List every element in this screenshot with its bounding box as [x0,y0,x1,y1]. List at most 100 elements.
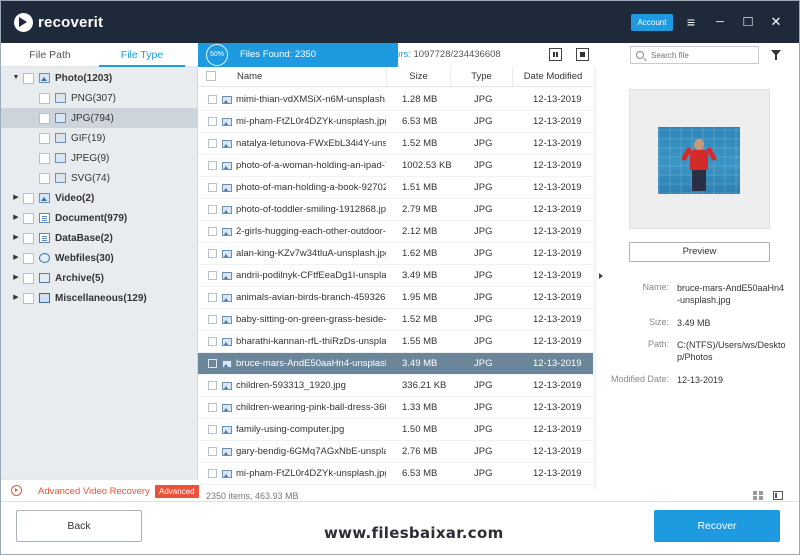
table-row[interactable]: animals-avian-birds-branch-459326.j... 1.… [198,287,593,309]
tab-file-path[interactable]: File Path [1,43,99,67]
advanced-video-recovery-label[interactable]: Advanced Video Recovery [38,486,150,497]
caret-right-icon[interactable]: ▶ [11,288,21,308]
table-row[interactable]: 2-girls-hugging-each-other-outdoor-... 2.… [198,221,593,243]
back-button[interactable]: Back [16,510,142,542]
tree-checkbox[interactable] [39,172,50,184]
pause-icon[interactable] [549,48,562,61]
table-row[interactable]: natalya-letunova-FWxEbL34i4Y-unspl... 1.5… [198,133,593,155]
stop-icon[interactable] [576,48,589,61]
row-checkbox[interactable] [208,95,217,104]
tree-item-photo[interactable]: ▼ Photo(1203) [1,68,198,88]
tree-checkbox[interactable] [39,152,50,164]
tree-item-miscellaneous[interactable]: ▶ Miscellaneous(129) [1,288,198,308]
tree-item-jpeg[interactable]: JPEG(9) [1,148,198,168]
maximize-icon[interactable]: □ [738,12,758,32]
table-row[interactable]: photo-of-toddler-smiling-1912868.jpg 2.79… [198,199,593,221]
tree-item-svg[interactable]: SVG(74) [1,168,198,188]
advanced-video-recovery-bar[interactable]: Advanced Video Recovery Advanced [1,479,199,501]
tab-file-type[interactable]: File Type [99,43,185,67]
search-box[interactable] [630,46,759,64]
tree-item-jpg[interactable]: JPG(794) [1,108,198,128]
row-checkbox[interactable] [208,205,217,214]
tree-checkbox[interactable] [23,272,34,284]
header-size[interactable]: Size [386,67,450,87]
header-date-modified[interactable]: Date Modified [512,67,593,87]
row-checkbox[interactable] [208,161,217,170]
tree-checkbox[interactable] [39,132,50,144]
minimize-icon[interactable]: ─ [710,12,730,32]
recover-button[interactable]: Recover [654,510,780,542]
person-figure [680,139,718,191]
table-row[interactable]: andrii-podilnyk-CFtfEeaDg1I-unsplas... 3.… [198,265,593,287]
preview-button[interactable]: Preview [629,242,770,262]
table-row[interactable]: family-using-computer.jpg 1.50 MB JPG 12-13… [198,419,593,441]
list-view-icon[interactable] [773,491,783,500]
tree-checkbox[interactable] [23,212,34,224]
row-checkbox[interactable] [208,117,217,126]
search-input[interactable] [651,49,755,61]
image-file-icon [222,96,232,104]
table-row[interactable]: alan-king-KZv7w34tluA-unsplash.jpg 1.62 M… [198,243,593,265]
tree-checkbox[interactable] [23,252,34,264]
caret-right-icon[interactable]: ▶ [11,228,21,248]
caret-right-icon[interactable]: ▶ [11,268,21,288]
header-type[interactable]: Type [450,67,512,87]
row-checkbox[interactable] [208,183,217,192]
table-scrollbar[interactable] [593,67,597,489]
menu-icon[interactable]: ≡ [681,12,701,32]
table-row[interactable]: children-wearing-pink-ball-dress-360... 1… [198,397,593,419]
caret-right-icon[interactable]: ▶ [11,248,21,268]
tree-checkbox[interactable] [39,92,50,104]
row-checkbox[interactable] [208,271,217,280]
tree-item-database[interactable]: ▶ DataBase(2) [1,228,198,248]
header-name: Name [237,71,263,82]
file-date: 12-13-2019 [533,424,582,435]
caret-right-icon[interactable]: ▶ [11,188,21,208]
row-checkbox[interactable] [208,139,217,148]
file-name: photo-of-toddler-smiling-1912868.jpg [236,204,386,215]
tree-item-gif[interactable]: GIF(19) [1,128,198,148]
table-row[interactable]: photo-of-man-holding-a-book-92702... 1.51… [198,177,593,199]
tree-item-document[interactable]: ▶ Document(979) [1,208,198,228]
row-checkbox[interactable] [208,447,217,456]
account-button[interactable]: Account [631,14,673,31]
row-checkbox[interactable] [208,293,217,302]
row-checkbox[interactable] [208,337,217,346]
header-name-col[interactable]: Name [198,67,386,87]
row-checkbox[interactable] [208,469,217,478]
table-row[interactable]: mimi-thian-vdXMSiX-n6M-unsplash.jpg 1.28 … [198,89,593,111]
tree-item-webfiles[interactable]: ▶ Webfiles(30) [1,248,198,268]
caret-right-icon[interactable]: ▶ [11,208,21,228]
row-checkbox[interactable] [208,403,217,412]
tree-checkbox[interactable] [23,192,34,204]
table-row[interactable]: gary-bendig-6GMq7AGxNbE-unsplas... 2.76 M… [198,441,593,463]
table-row[interactable]: mi-pham-FtZL0r4DZYk-unsplash.jpg 6.53 MB J… [198,463,593,485]
filter-icon[interactable] [771,50,781,60]
tree-item-png[interactable]: PNG(307) [1,88,198,108]
tree-checkbox[interactable] [23,72,34,84]
row-checkbox[interactable] [208,359,217,368]
table-row[interactable]: photo-of-a-woman-holding-an-ipad-7... 100… [198,155,593,177]
row-checkbox[interactable] [208,381,217,390]
tree-checkbox[interactable] [23,292,34,304]
collapse-preview-icon[interactable] [599,273,603,279]
caret-down-icon[interactable]: ▼ [11,68,21,88]
table-row[interactable]: bruce-mars-AndE50aaHn4-unsplash.... 3.49 … [198,353,593,375]
advanced-badge: Advanced [155,485,199,498]
select-all-checkbox[interactable] [206,71,216,81]
file-date: 12-13-2019 [533,226,582,237]
row-checkbox[interactable] [208,315,217,324]
table-row[interactable]: children-593313_1920.jpg 336.21 KB JPG 12-1… [198,375,593,397]
tree-checkbox[interactable] [23,232,34,244]
table-row[interactable]: bharathi-kannan-rfL-thiRzDs-unsplas... 1.… [198,331,593,353]
grid-view-icon[interactable] [753,491,763,500]
row-checkbox[interactable] [208,227,217,236]
tree-checkbox[interactable] [39,112,50,124]
table-row[interactable]: baby-sitting-on-green-grass-beside-... 1.… [198,309,593,331]
row-checkbox[interactable] [208,425,217,434]
close-icon[interactable]: ✕ [766,12,786,32]
tree-item-archive[interactable]: ▶ Archive(5) [1,268,198,288]
tree-item-video[interactable]: ▶ Video(2) [1,188,198,208]
table-row[interactable]: mi-pham-FtZL0r4DZYk-unsplash.jpg 6.53 MB J… [198,111,593,133]
row-checkbox[interactable] [208,249,217,258]
